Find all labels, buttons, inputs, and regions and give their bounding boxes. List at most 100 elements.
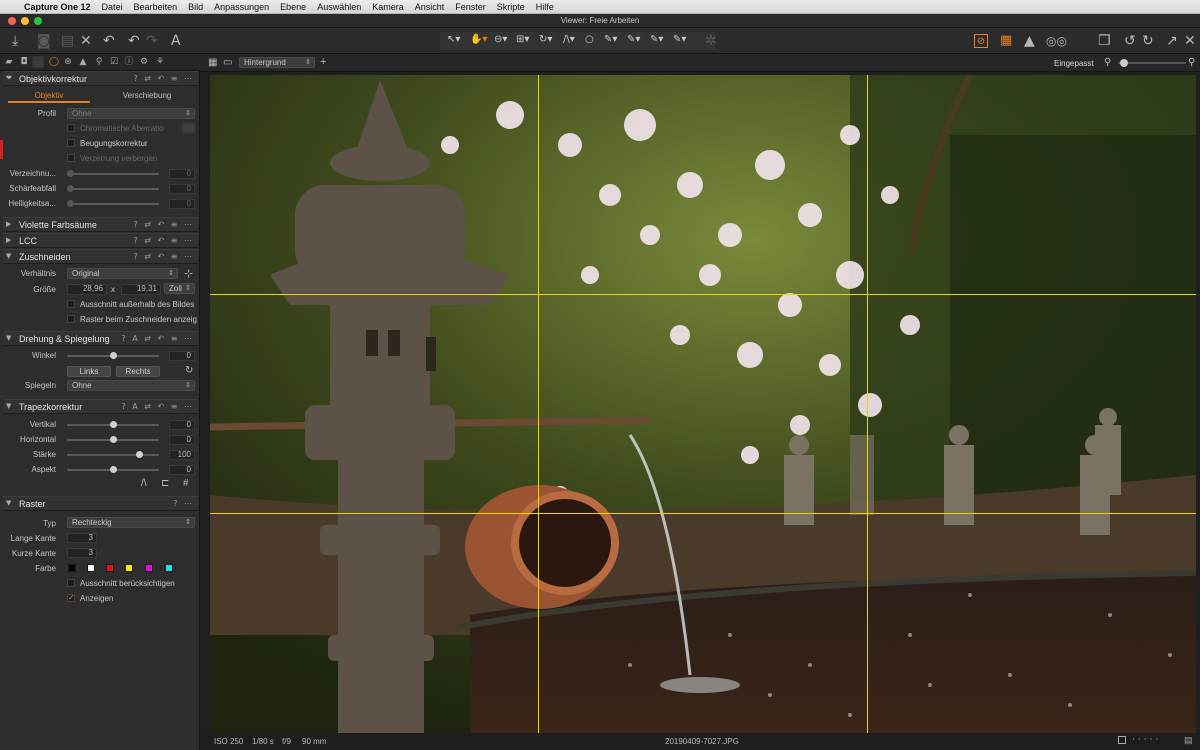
grid-layout-icon[interactable]: ▦	[208, 57, 217, 68]
select-cursor-icon[interactable]: ↖▾	[447, 34, 460, 45]
keystone-cursor-icon[interactable]: /\▾	[563, 34, 575, 45]
camera-icon[interactable]: ◙	[37, 34, 51, 48]
text-tool-icon[interactable]: A	[171, 34, 181, 48]
long-edge-value[interactable]: 3	[67, 533, 97, 543]
rotate-cursor-icon[interactable]: ↻▾	[539, 34, 552, 45]
erase-cursor-icon[interactable]: ✎▾	[650, 34, 663, 45]
zoom-out-icon[interactable]: ⚲	[1104, 57, 1111, 68]
vertical-value[interactable]: 0	[169, 420, 195, 430]
keystone-horizontal-icon[interactable]: ⊏	[161, 478, 169, 489]
local-tab-icon[interactable]: ⚲	[93, 56, 105, 68]
menu-bild[interactable]: Bild	[188, 2, 203, 12]
more-icon[interactable]: ✕	[1184, 34, 1196, 48]
fringe-section-header[interactable]: ▶ Violette Farbsäume ? ⇄ ↶ ≡ ⋯	[3, 217, 198, 232]
menu-app[interactable]: Capture One 12	[24, 2, 91, 12]
color-swatch-white[interactable]	[87, 564, 95, 572]
angle-value[interactable]: 0	[169, 351, 195, 361]
zoom-knob[interactable]	[1120, 59, 1128, 67]
annotate-cursor-icon[interactable]: ✎▾	[673, 34, 686, 45]
horizontal-value[interactable]: 0	[169, 435, 195, 445]
fullscreen-icon[interactable]: ↗	[1166, 34, 1178, 48]
slider-knob[interactable]	[67, 185, 74, 192]
slider-knob[interactable]	[136, 451, 143, 458]
metadata-icon[interactable]: ▤	[1184, 735, 1193, 746]
menu-hilfe[interactable]: Hilfe	[536, 2, 554, 12]
slider-knob[interactable]	[110, 352, 117, 359]
slider-knob[interactable]	[67, 200, 74, 207]
zoom-slider[interactable]	[1118, 59, 1186, 67]
menu-skripte[interactable]: Skripte	[497, 2, 525, 12]
metadata-tab-icon[interactable]: ⓘ	[123, 56, 135, 68]
reset-rotation-icon[interactable]: ↻	[185, 365, 193, 376]
warning-icon[interactable]: ▲	[1024, 34, 1035, 48]
outside-image-checkbox[interactable]	[67, 300, 75, 308]
grid-section-header[interactable]: ▼ Raster ? ⋯	[3, 496, 198, 511]
crop-tool-icon[interactable]: ⊹	[184, 267, 193, 280]
color-tab-icon[interactable]: ◯	[48, 56, 60, 68]
single-layout-icon[interactable]: ▭	[223, 57, 232, 68]
short-edge-value[interactable]: 3	[67, 548, 97, 558]
sharpness-value[interactable]: 0	[169, 184, 195, 194]
output-tab-icon[interactable]: ⚙	[138, 56, 150, 68]
unit-select[interactable]: Zoll ⇕	[164, 283, 195, 294]
rotation-section-header[interactable]: ▼ Drehung & Spiegelung ? A ⇄ ↶ ≡ ⋯	[3, 331, 198, 346]
keystone-full-icon[interactable]: #	[183, 478, 189, 489]
loupe-icon[interactable]: ◎◎	[1046, 34, 1067, 48]
vertical-slider[interactable]	[67, 421, 159, 428]
zoom-in-icon[interactable]: ⚲	[1188, 57, 1195, 68]
crop-width-field[interactable]: 28,96	[67, 284, 107, 295]
reset-icon[interactable]: ↶	[103, 34, 115, 48]
profile-select[interactable]: Ohne ⇕	[67, 108, 195, 119]
section-tools-icon[interactable]: ? ⇄ ↶ ≡ ⋯	[133, 236, 194, 245]
horizontal-slider[interactable]	[67, 436, 159, 443]
show-grid-checkbox[interactable]: ✓	[67, 594, 75, 602]
sharpness-slider[interactable]	[67, 185, 159, 192]
menu-kamera[interactable]: Kamera	[372, 2, 404, 12]
proof-icon[interactable]	[1118, 736, 1126, 744]
rotate-left-icon[interactable]: ↺	[1124, 34, 1136, 48]
undo-icon[interactable]: ↶	[128, 34, 140, 48]
keystone-section-header[interactable]: ▼ Trapezkorrektur ? A ⇄ ↶ ≡ ⋯	[3, 399, 198, 414]
section-tools-icon[interactable]: ? ⋯	[173, 499, 194, 508]
menu-datei[interactable]: Datei	[102, 2, 123, 12]
respect-crop-checkbox[interactable]	[67, 579, 75, 587]
angle-slider[interactable]	[67, 352, 159, 359]
section-tools-icon[interactable]: ? ⇄ ↶ ≡ ⋯	[133, 74, 194, 83]
aspect-value[interactable]: 0	[169, 465, 195, 475]
color-swatch-red[interactable]	[106, 564, 114, 572]
tab-objektiv[interactable]: Objektiv	[8, 91, 90, 103]
strength-value[interactable]: 100	[169, 450, 195, 460]
chromatic-checkbox[interactable]	[67, 124, 75, 132]
menu-auswaehlen[interactable]: Auswählen	[317, 2, 361, 12]
distortion-slider[interactable]	[67, 170, 159, 177]
keystone-vertical-icon[interactable]: /\	[141, 478, 147, 489]
rotate-right-button[interactable]: Rechts	[116, 366, 160, 377]
grid-view-icon[interactable]: ▦	[1000, 34, 1012, 48]
section-tools-icon[interactable]: ? ⇄ ↶ ≡ ⋯	[133, 220, 194, 229]
crop-cursor-icon[interactable]: ⊞▾	[516, 34, 529, 45]
slider-knob[interactable]	[110, 421, 117, 428]
lcc-section-header[interactable]: ▶ LCC ? ⇄ ↶ ≡ ⋯	[3, 233, 198, 248]
slider-knob[interactable]	[110, 466, 117, 473]
variant-select[interactable]: Hintergrund ⇕	[239, 57, 315, 68]
slider-knob[interactable]	[67, 170, 74, 177]
redo-icon[interactable]: ↷	[146, 34, 158, 48]
batch-tab-icon[interactable]: ⚘	[154, 56, 166, 68]
tab-verschiebung[interactable]: Verschiebung	[102, 91, 192, 103]
lens-tab-icon[interactable]	[32, 56, 44, 68]
flip-select[interactable]: Ohne ⇕	[67, 380, 195, 391]
browser-icon[interactable]: ❐	[1098, 34, 1111, 48]
color-swatch-yellow[interactable]	[125, 564, 133, 572]
export-icon[interactable]: ▤	[61, 34, 74, 48]
capture-tab-icon[interactable]: ◘	[18, 56, 30, 68]
exposure-tab-icon[interactable]: ⊛	[62, 56, 74, 68]
rotate-right-icon[interactable]: ↻	[1142, 34, 1154, 48]
slider-knob[interactable]	[110, 436, 117, 443]
section-tools-icon[interactable]: ? A ⇄ ↶ ≡ ⋯	[121, 334, 194, 343]
spot-cursor-icon[interactable]: ○	[585, 34, 594, 45]
library-tab-icon[interactable]: ▰	[3, 56, 15, 68]
menu-bearbeiten[interactable]: Bearbeiten	[134, 2, 178, 12]
menu-ebene[interactable]: Ebene	[280, 2, 306, 12]
menu-anpassungen[interactable]: Anpassungen	[214, 2, 269, 12]
brightness-slider[interactable]	[67, 200, 159, 207]
